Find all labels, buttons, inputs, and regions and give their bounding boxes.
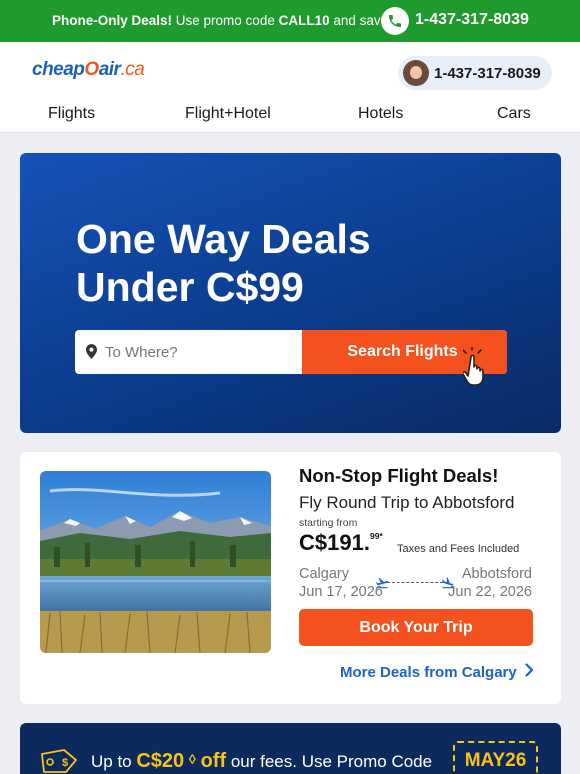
promo-text-1: Up to <box>91 752 137 771</box>
landing-plane-icon <box>441 576 455 595</box>
flight-search-form: Search Flights <box>75 330 507 386</box>
topbar-phone-link[interactable]: 1-437-317-8039 <box>415 11 529 29</box>
phone-deals-text: Phone-Only Deals! Use promo code CALL10 … <box>52 13 392 28</box>
more-deals-link[interactable]: More Deals from Calgary <box>340 663 534 681</box>
book-your-trip-label: Book Your Trip <box>359 618 473 636</box>
agent-avatar <box>403 60 429 86</box>
promo-text-2: our fees. Use Promo Code <box>226 752 433 771</box>
cheapoair-logo[interactable]: cheapOair.ca <box>32 59 145 81</box>
route-line <box>375 576 455 590</box>
promo-off: off <box>200 750 227 772</box>
promo-code-banner: $ Up to C$20 ◊ off our fees. Use Promo C… <box>20 723 561 774</box>
promo-code-box[interactable]: MAY26 <box>453 741 538 774</box>
promo-amount: C$20 <box>136 750 185 772</box>
taxes-note: Taxes and Fees Included <box>397 543 520 555</box>
site-header: cheapOair.ca 1-437-317-8039 Flights Flig… <box>0 42 580 133</box>
nav-flights[interactable]: Flights <box>48 105 95 123</box>
call-agent-number: 1-437-317-8039 <box>434 64 541 82</box>
main-nav: Flights Flight+Hotel Hotels Cars <box>0 105 580 125</box>
deal-price-cents: 99* <box>370 531 383 541</box>
svg-text:$: $ <box>62 757 68 769</box>
logo-air: air <box>98 59 121 80</box>
logo-cheap: cheap <box>32 59 85 80</box>
more-deals-label: More Deals from Calgary <box>340 663 517 681</box>
phone-deals-text-1: Use promo code <box>172 13 279 28</box>
nav-flight-hotel[interactable]: Flight+Hotel <box>185 105 271 123</box>
destination-city: Abbotsford <box>461 566 532 582</box>
phone-promo-code: CALL10 <box>278 13 330 28</box>
phone-deals-bar: Phone-Only Deals! Use promo code CALL10 … <box>0 0 580 42</box>
location-pin-icon <box>86 344 97 364</box>
hero-title: One Way Deals Under C$99 <box>76 216 371 310</box>
origin-date: Jun 17, 2026 <box>299 584 383 600</box>
starting-from-label: starting from <box>299 517 358 529</box>
destination-date: Jun 22, 2026 <box>448 584 532 600</box>
price-tag-icon: $ <box>38 748 78 774</box>
promo-banner-text: Up to C$20 ◊ off our fees. Use Promo Cod… <box>91 750 432 773</box>
nav-cars[interactable]: Cars <box>497 105 531 123</box>
logo-ca: .ca <box>120 59 145 80</box>
promo-code-value: MAY26 <box>464 750 527 771</box>
route-dashed-line <box>387 582 443 583</box>
origin-city: Calgary <box>299 566 349 582</box>
hero-banner: One Way Deals Under C$99 Search Flights <box>20 153 561 433</box>
sparkle-icon: ◊ <box>188 751 196 767</box>
chevron-right-icon <box>525 663 534 681</box>
phone-deals-label: Phone-Only Deals! <box>52 13 173 28</box>
flight-deal-card: Non-Stop Flight Deals! Fly Round Trip to… <box>20 452 561 704</box>
destination-input[interactable] <box>105 330 295 374</box>
deal-subtitle: Fly Round Trip to Abbotsford <box>299 493 515 512</box>
phone-icon[interactable] <box>381 7 409 35</box>
deal-title: Non-Stop Flight Deals! <box>299 465 499 486</box>
takeoff-plane-icon <box>375 576 389 595</box>
call-agent-button[interactable]: 1-437-317-8039 <box>398 56 552 90</box>
hand-cursor-icon <box>462 345 497 392</box>
deal-price: C$191. <box>299 530 370 555</box>
search-flights-label: Search Flights <box>347 343 458 360</box>
abbotsford-landscape-photo <box>40 471 271 653</box>
logo-o: O <box>84 59 99 80</box>
book-your-trip-button[interactable]: Book Your Trip <box>299 609 533 646</box>
nav-hotels[interactable]: Hotels <box>358 105 403 123</box>
